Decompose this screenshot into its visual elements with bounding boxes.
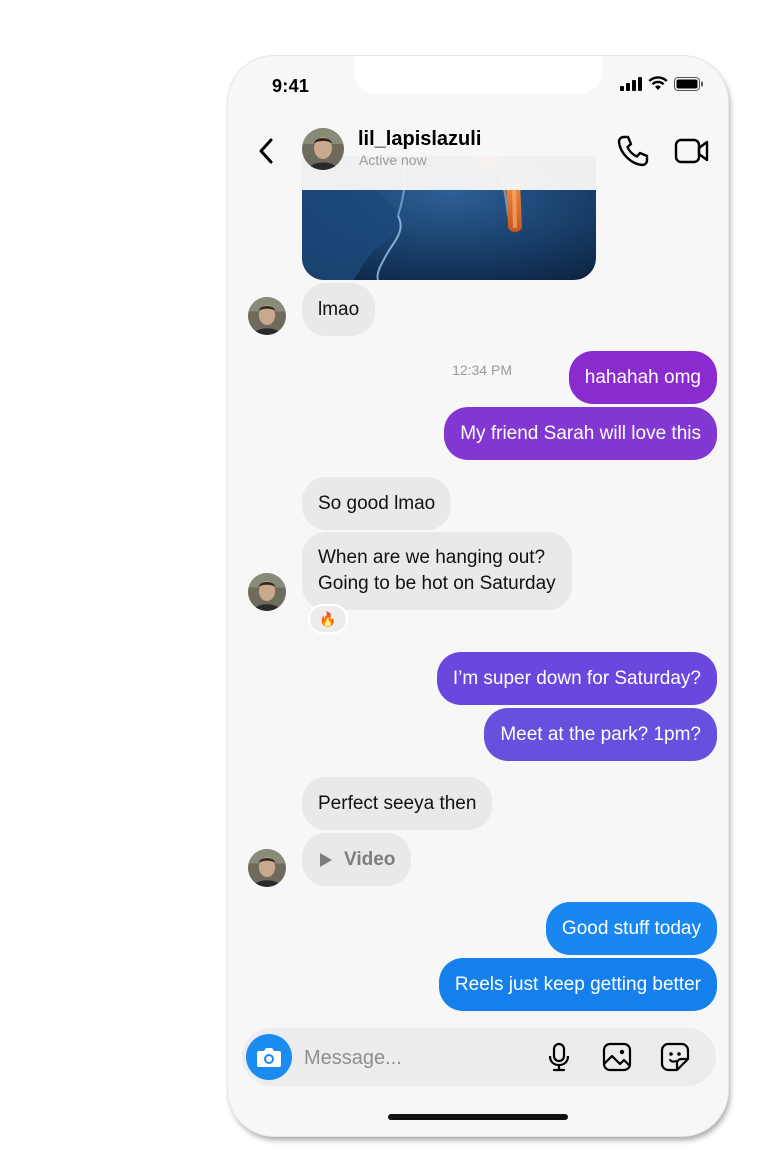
chevron-left-icon[interactable]	[254, 136, 278, 166]
video-label: Video	[344, 849, 396, 870]
header-active-status: Active now	[359, 152, 427, 168]
incoming-message[interactable]: Perfect seeya then	[302, 777, 493, 830]
message-input[interactable]	[302, 1028, 506, 1088]
header-avatar[interactable]	[302, 128, 344, 170]
incoming-message[interactable]: So good lmao	[302, 477, 452, 530]
play-icon	[320, 852, 332, 867]
video-camera-icon[interactable]	[674, 136, 710, 166]
outgoing-message[interactable]: I’m super down for Saturday?	[436, 652, 717, 705]
phone-icon[interactable]	[616, 134, 650, 168]
phone-frame: 9:41 lil_lapislazuli Active now lmao 12:…	[228, 56, 728, 1136]
message-line: Going to be hot on Saturday	[318, 573, 556, 594]
outgoing-message[interactable]: Reels just keep getting better	[438, 958, 717, 1011]
camera-icon	[257, 1048, 281, 1067]
status-icons	[620, 76, 704, 91]
incoming-message[interactable]: lmao	[302, 283, 376, 336]
home-indicator[interactable]	[388, 1114, 568, 1120]
outgoing-message[interactable]: Meet at the park? 1pm?	[484, 708, 717, 761]
battery-icon	[674, 76, 703, 91]
header-username[interactable]: lil_lapislazuli	[358, 128, 481, 151]
fire-reaction[interactable]: 🔥	[308, 604, 348, 634]
video-message[interactable]: Video	[302, 833, 412, 886]
message-timestamp: 12:34 PM	[452, 362, 512, 378]
status-bar: 9:41	[228, 56, 728, 116]
outgoing-message[interactable]: My friend Sarah will love this	[444, 407, 717, 460]
wifi-icon	[648, 76, 668, 90]
sticker-icon[interactable]	[660, 1042, 690, 1072]
sender-avatar[interactable]	[248, 297, 286, 335]
microphone-icon[interactable]	[544, 1042, 574, 1072]
incoming-message-multiline[interactable]: When are we hanging out? Going to be hot…	[302, 532, 572, 610]
camera-button[interactable]	[246, 1034, 292, 1080]
status-time: 9:41	[272, 76, 310, 96]
outgoing-message[interactable]: hahahah omg	[568, 351, 717, 404]
image-icon[interactable]	[602, 1042, 632, 1072]
message-line: When are we hanging out?	[318, 547, 546, 568]
chat-header: lil_lapislazuli Active now	[228, 116, 728, 190]
signal-icon	[620, 76, 642, 91]
outgoing-message[interactable]: Good stuff today	[545, 902, 717, 955]
sender-avatar[interactable]	[248, 573, 286, 611]
sender-avatar[interactable]	[248, 849, 286, 887]
message-composer	[242, 1028, 716, 1088]
